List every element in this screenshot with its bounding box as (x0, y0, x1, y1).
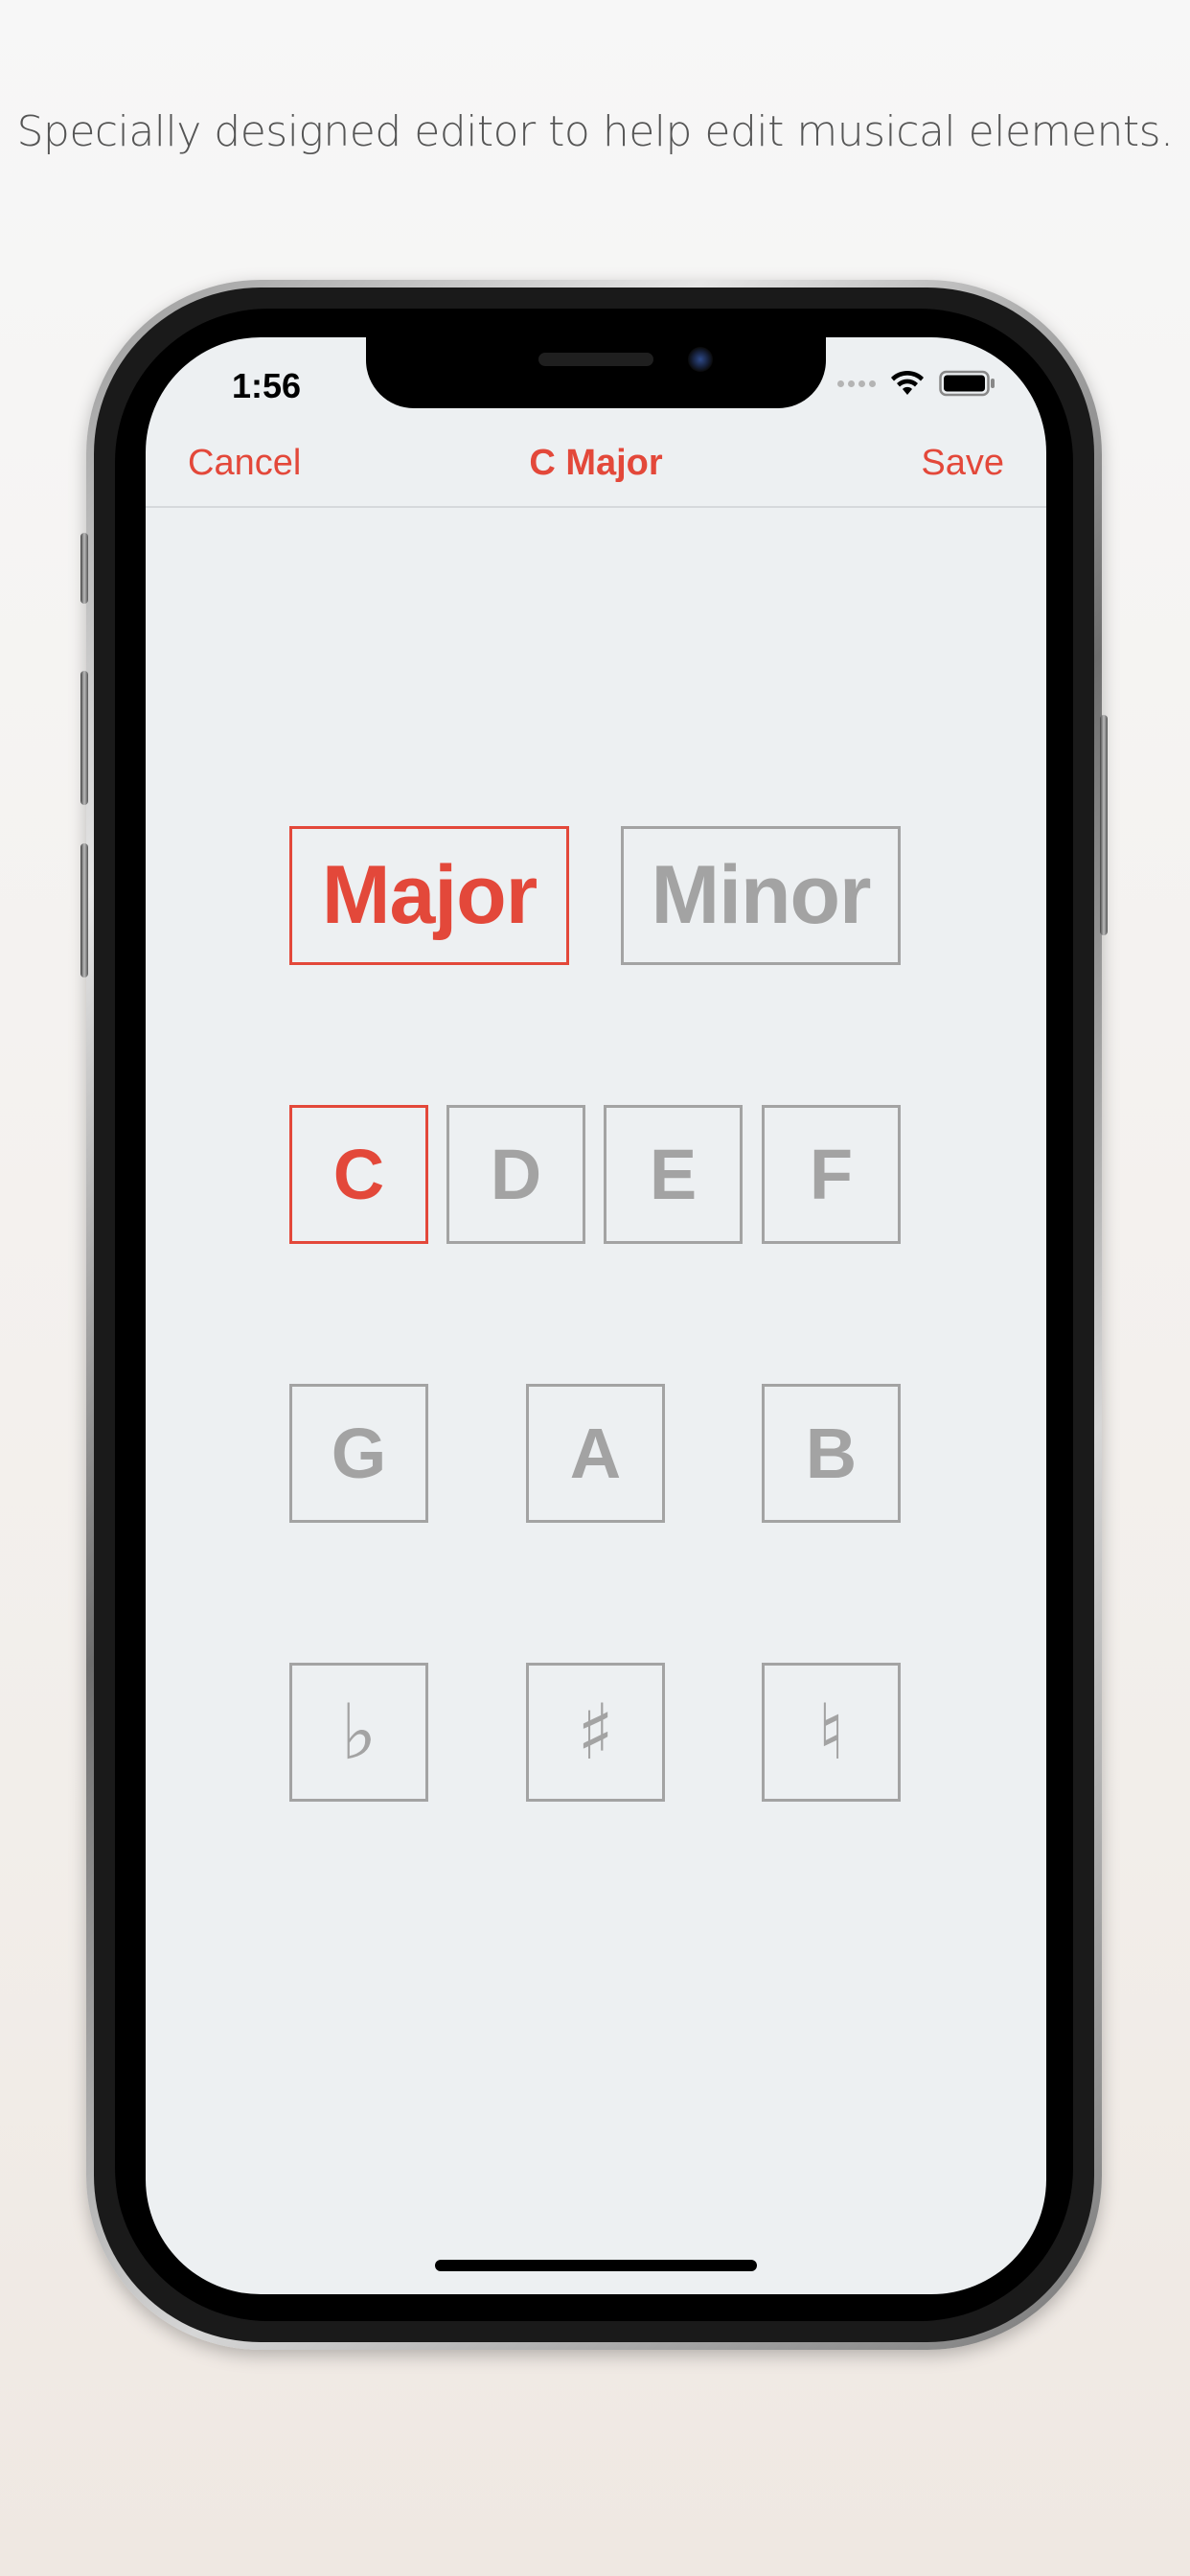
key-f-button[interactable]: F (762, 1105, 901, 1244)
cellular-signal-icon (837, 380, 876, 387)
major-mode-button[interactable]: Major (289, 826, 569, 965)
sharp-button[interactable]: ♯ (526, 1663, 665, 1802)
home-indicator[interactable] (435, 2260, 757, 2271)
status-icons (837, 370, 996, 397)
key-g-button[interactable]: G (289, 1384, 428, 1523)
flat-button[interactable]: ♭ (289, 1663, 428, 1802)
status-time: 1:56 (232, 366, 302, 405)
save-button[interactable]: Save (921, 443, 1004, 484)
minor-mode-button[interactable]: Minor (621, 826, 901, 965)
speaker-grille (538, 353, 653, 366)
key-b-button[interactable]: B (762, 1384, 901, 1523)
key-d-button[interactable]: D (446, 1105, 585, 1244)
tagline: Specially designed editor to help edit m… (16, 107, 1174, 156)
mute-switch (80, 533, 88, 604)
key-c-button[interactable]: C (289, 1105, 428, 1244)
nav-title: C Major (529, 443, 663, 483)
side-button (1100, 715, 1108, 935)
key-e-button[interactable]: E (604, 1105, 743, 1244)
natural-button[interactable]: ♮ (762, 1663, 901, 1802)
navigation-bar: Cancel C Major Save (146, 422, 1046, 508)
notch (366, 337, 826, 408)
camera-icon (688, 347, 713, 372)
battery-icon (939, 370, 995, 397)
wifi-icon (891, 370, 924, 395)
key-a-button[interactable]: A (526, 1384, 665, 1523)
volume-up-button (80, 671, 88, 805)
volume-down-button (80, 843, 88, 978)
app-screen: 1:56 Cancel C Major Save Major Minor C D… (146, 337, 1046, 2294)
